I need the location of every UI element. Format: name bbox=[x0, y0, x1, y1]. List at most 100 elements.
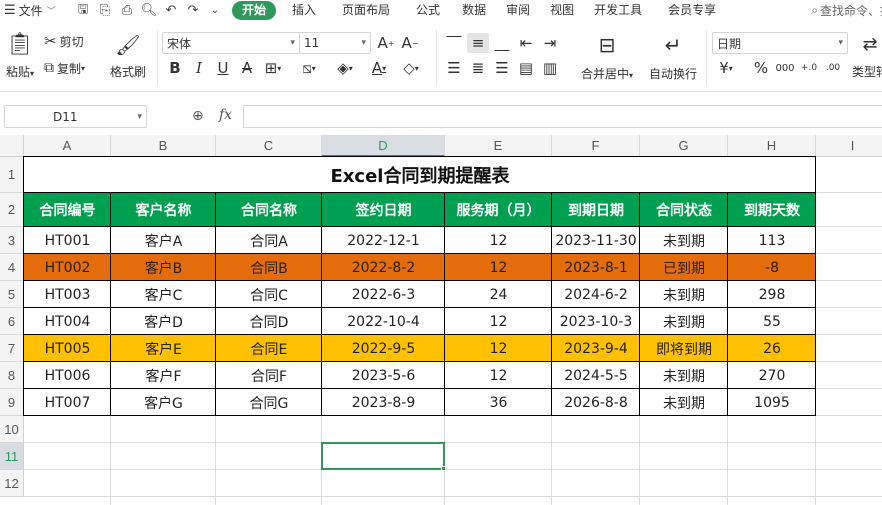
currency-icon[interactable]: ¥ ▾ bbox=[715, 58, 737, 78]
tab-data[interactable]: 数据 bbox=[452, 1, 496, 20]
align-center-icon[interactable]: ≣ bbox=[467, 58, 489, 78]
data-cell[interactable]: HT001 bbox=[24, 227, 111, 254]
selected-cell[interactable] bbox=[321, 442, 445, 470]
data-cell[interactable]: 合同G bbox=[216, 389, 322, 416]
data-cell[interactable]: 36 bbox=[445, 389, 552, 416]
row-header-4[interactable]: 4 bbox=[0, 254, 24, 281]
merge-center-button[interactable]: ⊟ 合并居中▾ bbox=[574, 30, 640, 84]
undo-icon[interactable]: ↶ bbox=[160, 2, 182, 20]
header-cell[interactable]: 合同编号 bbox=[24, 193, 111, 227]
strikethrough-icon[interactable]: A bbox=[236, 58, 258, 78]
paste-button[interactable]: 📋︎ 粘贴▾ bbox=[2, 28, 38, 84]
print-icon[interactable]: ⎙ bbox=[116, 2, 138, 20]
data-cell[interactable]: 已到期 bbox=[640, 254, 728, 281]
data-cell[interactable]: 1095 bbox=[728, 389, 816, 416]
tab-review[interactable]: 审阅 bbox=[496, 1, 540, 20]
header-cell[interactable]: 到期天数 bbox=[728, 193, 816, 227]
tab-developer[interactable]: 开发工具 bbox=[584, 1, 652, 20]
row-header-11[interactable]: 11 bbox=[0, 443, 24, 470]
function-icon[interactable]: fx bbox=[219, 107, 232, 123]
cell-style-icon[interactable]: ⧅ ▾ bbox=[298, 58, 320, 78]
data-cell[interactable]: 未到期 bbox=[640, 227, 728, 254]
file-menu[interactable]: ☰ 文件 ﹀ bbox=[4, 2, 72, 19]
data-cell[interactable]: 2024-5-5 bbox=[552, 362, 640, 389]
data-cell[interactable]: 2022-10-4 bbox=[322, 308, 445, 335]
font-color-icon[interactable]: A ▾ bbox=[368, 58, 390, 78]
header-cell[interactable]: 客户名称 bbox=[111, 193, 216, 227]
column-header-d[interactable]: D bbox=[322, 135, 445, 157]
header-cell[interactable]: 合同名称 bbox=[216, 193, 322, 227]
column-header-h[interactable]: H bbox=[728, 135, 816, 157]
data-cell[interactable]: 2026-8-8 bbox=[552, 389, 640, 416]
command-search[interactable]: ⌕ 查找命令、搜 bbox=[811, 0, 882, 21]
header-cell[interactable]: 服务期（月） bbox=[445, 193, 552, 227]
number-format-select[interactable]: 日期 ▾ bbox=[712, 32, 848, 54]
data-cell[interactable]: 客户F bbox=[111, 362, 216, 389]
fill-color-icon[interactable]: ◈ ▾ bbox=[334, 58, 356, 78]
data-cell[interactable]: 未到期 bbox=[640, 281, 728, 308]
data-cell[interactable]: HT004 bbox=[24, 308, 111, 335]
data-cell[interactable]: 合同C bbox=[216, 281, 322, 308]
increase-indent-icon[interactable]: ⇥ bbox=[539, 33, 561, 53]
data-cell[interactable]: HT007 bbox=[24, 389, 111, 416]
row-header-9[interactable]: 9 bbox=[0, 389, 24, 416]
column-header-b[interactable]: B bbox=[111, 135, 216, 157]
data-cell[interactable]: 2022-8-2 bbox=[322, 254, 445, 281]
data-cell[interactable]: HT002 bbox=[24, 254, 111, 281]
data-cell[interactable]: 2022-12-1 bbox=[322, 227, 445, 254]
clear-format-icon[interactable]: ◇ ▾ bbox=[400, 58, 422, 78]
justify-icon[interactable]: ▤ bbox=[515, 58, 537, 78]
increase-font-icon[interactable]: A + bbox=[375, 33, 397, 53]
data-cell[interactable]: 12 bbox=[445, 362, 552, 389]
tab-member[interactable]: 会员专享 bbox=[658, 1, 726, 20]
tab-view[interactable]: 视图 bbox=[540, 1, 584, 20]
data-cell[interactable]: 客户A bbox=[111, 227, 216, 254]
row-header-6[interactable]: 6 bbox=[0, 308, 24, 335]
increase-decimal-icon[interactable]: +.0 bbox=[798, 58, 820, 78]
data-cell[interactable]: 24 bbox=[445, 281, 552, 308]
decrease-font-icon[interactable]: A − bbox=[399, 33, 421, 53]
data-cell[interactable]: 2023-9-4 bbox=[552, 335, 640, 362]
borders-icon[interactable]: ⊞ ▾ bbox=[262, 58, 284, 78]
data-cell[interactable]: 未到期 bbox=[640, 389, 728, 416]
data-cell[interactable]: 298 bbox=[728, 281, 816, 308]
sheet-title[interactable]: Excel合同到期提醒表 bbox=[24, 157, 816, 193]
italic-icon[interactable]: I bbox=[188, 58, 210, 78]
header-cell[interactable]: 签约日期 bbox=[322, 193, 445, 227]
column-header-i[interactable]: I bbox=[816, 135, 882, 157]
column-header-e[interactable]: E bbox=[445, 135, 552, 157]
data-cell[interactable]: 客户C bbox=[111, 281, 216, 308]
save-icon[interactable]: 🖫 bbox=[72, 2, 94, 20]
tab-formulas[interactable]: 公式 bbox=[406, 1, 450, 20]
align-right-icon[interactable]: ☰ bbox=[491, 58, 513, 78]
data-cell[interactable]: 合同D bbox=[216, 308, 322, 335]
row-header-10[interactable]: 10 bbox=[0, 416, 24, 443]
wrap-text-button[interactable]: ↵ 自动换行 bbox=[644, 30, 702, 84]
data-cell[interactable]: 12 bbox=[445, 308, 552, 335]
data-cell[interactable]: 2023-8-9 bbox=[322, 389, 445, 416]
data-cell[interactable]: HT006 bbox=[24, 362, 111, 389]
font-name-select[interactable]: 宋体 ▾ bbox=[162, 32, 300, 54]
font-size-select[interactable]: 11 ▾ bbox=[299, 32, 371, 54]
row-header-1[interactable]: 1 bbox=[0, 157, 24, 193]
data-cell[interactable]: 客户E bbox=[111, 335, 216, 362]
percent-icon[interactable]: % bbox=[750, 58, 772, 78]
column-header-a[interactable]: A bbox=[24, 135, 111, 157]
fill-handle[interactable] bbox=[441, 466, 446, 471]
data-cell[interactable]: 26 bbox=[728, 335, 816, 362]
tab-insert[interactable]: 插入 bbox=[282, 1, 326, 20]
print-preview-icon[interactable]: 🔍︎ bbox=[138, 2, 160, 20]
data-cell[interactable]: 2023-11-30 bbox=[552, 227, 640, 254]
data-cell[interactable]: 2022-9-5 bbox=[322, 335, 445, 362]
decrease-decimal-icon[interactable]: .00 bbox=[822, 58, 844, 78]
data-cell[interactable]: 2023-8-1 bbox=[552, 254, 640, 281]
thousands-icon[interactable]: 000 bbox=[774, 58, 796, 78]
underline-icon[interactable]: U bbox=[212, 58, 234, 78]
data-cell[interactable]: 2023-10-3 bbox=[552, 308, 640, 335]
decrease-indent-icon[interactable]: ⇤ bbox=[515, 33, 537, 53]
customize-toolbar-icon[interactable]: ⌄ bbox=[204, 2, 226, 20]
align-middle-icon[interactable]: ≡ bbox=[467, 33, 489, 53]
column-header-g[interactable]: G bbox=[640, 135, 728, 157]
formula-input[interactable] bbox=[243, 105, 882, 128]
zoom-icon[interactable]: ⊕ bbox=[192, 108, 204, 124]
